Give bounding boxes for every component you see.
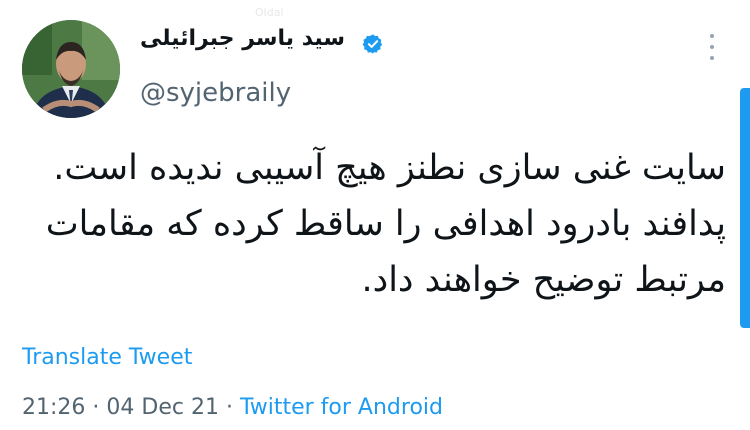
meta-separator: · xyxy=(225,395,233,420)
tweet-date[interactable]: 04 Dec 21 xyxy=(106,395,219,420)
tweet-meta: 21:26 · 04 Dec 21 · Twitter for Android xyxy=(22,395,443,420)
watermark: Oldal xyxy=(255,6,284,19)
tweet-source-link[interactable]: Twitter for Android xyxy=(240,395,443,420)
tweet-line: پدافند بادرود اهدافی را ساقط کرده که مقا… xyxy=(45,204,726,244)
display-name[interactable]: سید یاسر جبرائیلی xyxy=(140,26,345,51)
tweet-time[interactable]: 21:26 xyxy=(22,395,85,420)
verified-badge-icon xyxy=(362,34,383,54)
translate-tweet-link[interactable]: Translate Tweet xyxy=(22,345,192,370)
profile-photo-icon xyxy=(22,20,120,118)
more-options-icon[interactable] xyxy=(704,34,720,60)
handle[interactable]: @syjebraily xyxy=(140,78,291,108)
tweet-line: مرتبط توضیح خواهند داد. xyxy=(361,260,726,300)
meta-separator: · xyxy=(92,395,100,420)
tweet-line: سایت غنی سازی نطنز هیچ آسیبی ندیده است. xyxy=(53,148,726,188)
avatar[interactable] xyxy=(22,20,120,118)
scrollbar[interactable] xyxy=(740,88,750,328)
tweet-card: Oldal سید یاسر جبرائیلی @syjebraily سایت… xyxy=(0,0,750,430)
tweet-text: سایت غنی سازی نطنز هیچ آسیبی ندیده است. … xyxy=(24,140,726,308)
